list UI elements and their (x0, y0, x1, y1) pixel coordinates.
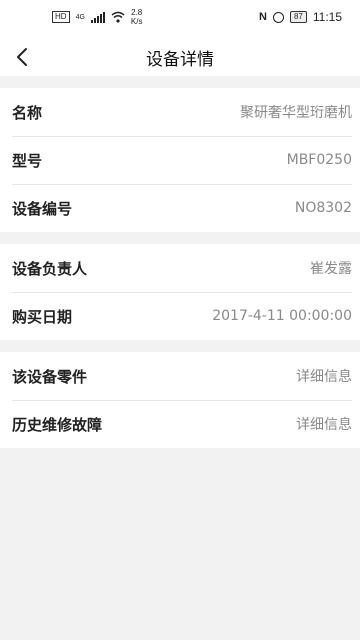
info-group-links: 该设备零件 详细信息 历史维修故障 详细信息 (0, 352, 360, 448)
row-label: 设备编号 (12, 199, 73, 218)
row-responsible-person: 设备负责人 崔发露 (0, 244, 360, 292)
row-label: 名称 (12, 103, 43, 122)
status-time: 11:15 (312, 10, 342, 24)
details-link[interactable]: 详细信息 (296, 414, 352, 434)
row-value: 崔发露 (310, 261, 352, 277)
row-value: MBF0250 (286, 152, 352, 168)
details-link[interactable]: 详细信息 (296, 366, 352, 386)
alarm-icon (272, 11, 284, 23)
row-label: 型号 (12, 151, 43, 170)
row-model: 型号 MBF0250 (0, 136, 360, 184)
nfc-icon: N (259, 11, 267, 23)
status-bar: HD 4G 2.8 K/s N 87 11:15 (0, 0, 360, 38)
row-value: NO8302 (294, 200, 352, 216)
row-device-number: 设备编号 NO8302 (0, 184, 360, 232)
info-group-basic: 名称 聚研奢华型珩磨机 型号 MBF0250 设备编号 NO8302 (0, 88, 360, 232)
speed-unit: K/s (130, 17, 143, 26)
row-purchase-date: 购买日期 2017-4-11 00:00:00 (0, 292, 360, 340)
row-label: 该设备零件 (12, 367, 88, 386)
network-type: 4G (75, 13, 85, 21)
hd-indicator: HD (52, 11, 70, 23)
wifi-icon (111, 11, 125, 23)
row-name: 名称 聚研奢华型珩磨机 (0, 88, 360, 136)
signal-icon (90, 11, 105, 23)
row-value: 2017-4-11 00:00:00 (212, 308, 352, 324)
row-label: 历史维修故障 (12, 415, 103, 434)
nav-bar: 设备详情 (0, 38, 360, 76)
battery-icon: 87 (289, 11, 307, 23)
network-speed: 2.8 K/s (131, 8, 143, 26)
row-label: 购买日期 (12, 307, 73, 326)
row-label: 设备负责人 (12, 259, 88, 278)
row-value: 聚研奢华型珩磨机 (240, 105, 352, 121)
page-title: 设备详情 (146, 49, 214, 70)
row-repair-history-link[interactable]: 历史维修故障 详细信息 (0, 400, 360, 448)
speed-value: 2.8 (131, 8, 143, 17)
info-group-owner: 设备负责人 崔发露 购买日期 2017-4-11 00:00:00 (0, 244, 360, 340)
back-arrow-icon[interactable] (12, 46, 36, 68)
status-left: HD 4G 2.8 K/s (52, 8, 142, 26)
row-parts-link[interactable]: 该设备零件 详细信息 (0, 352, 360, 400)
status-right: N 87 11:15 (259, 10, 342, 24)
